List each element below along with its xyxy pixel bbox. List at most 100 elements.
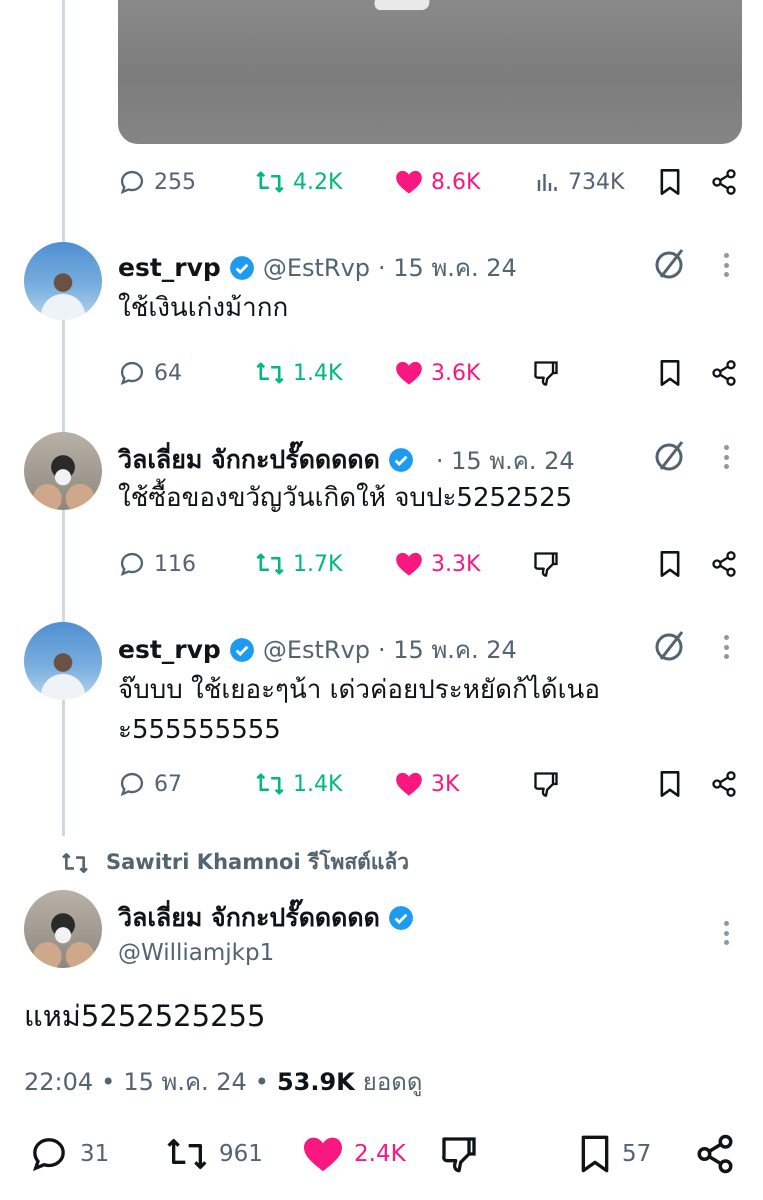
like-button[interactable]: 8.6K — [395, 162, 480, 202]
repost-button[interactable]: 1.4K — [255, 353, 342, 393]
reply-tweet[interactable]: est_rvp @EstRvp · 15 พ.ค. 24 จ๊บบบ ใช้เย… — [0, 622, 763, 822]
verified-badge-icon — [229, 637, 254, 662]
repost-button[interactable]: 961 — [165, 1130, 263, 1178]
bookmark-icon — [660, 360, 680, 386]
display-name[interactable]: est_rvp — [118, 635, 221, 664]
repost-button[interactable]: 1.4K — [255, 764, 342, 804]
post-media-image[interactable] — [118, 0, 742, 144]
grok-icon[interactable] — [652, 628, 688, 664]
share-icon — [712, 771, 736, 797]
views-button[interactable]: 734K — [536, 162, 624, 202]
thumbs-down-icon — [442, 1137, 476, 1173]
reply-button[interactable]: 64 — [118, 353, 182, 393]
repost-banner: Sawitri Khamnoi รีโพสต์แล้ว — [60, 846, 409, 879]
user-handle[interactable]: @EstRvp — [263, 636, 370, 664]
main-post-text: แหม่5252525255 — [24, 999, 266, 1033]
user-handle[interactable]: @EstRvp — [263, 254, 370, 282]
repost-count: 1.7K — [293, 551, 343, 577]
bookmark-button[interactable] — [658, 544, 682, 584]
main-post-header: วิลเลี่ยม จักกะปรั๊ดดดดด — [118, 898, 414, 938]
bookmark-icon — [660, 551, 680, 577]
like-button[interactable]: 3.3K — [395, 544, 480, 584]
share-icon — [697, 1134, 733, 1174]
repost-count: 1.4K — [293, 771, 343, 797]
user-handle[interactable]: @Williamjkp1 — [118, 940, 274, 966]
avatar[interactable] — [24, 432, 102, 510]
reply-count: 67 — [154, 771, 182, 797]
reply-button[interactable]: 31 — [28, 1130, 109, 1178]
dislike-button[interactable] — [532, 353, 560, 393]
share-button[interactable] — [710, 162, 738, 202]
reply-count: 116 — [154, 551, 196, 577]
like-button[interactable]: 3K — [395, 764, 459, 804]
bookmark-button[interactable]: 57 — [578, 1130, 651, 1178]
more-options-icon[interactable] — [716, 442, 736, 472]
share-icon — [712, 169, 736, 195]
avatar[interactable] — [24, 890, 102, 968]
views-count[interactable]: 53.9K — [277, 1068, 355, 1096]
reply-tweet[interactable]: est_rvp @EstRvp · 15 พ.ค. 24 ใช้เงินเก่ง… — [0, 240, 763, 410]
reply-count: 64 — [154, 360, 182, 386]
tweet-date: · 15 พ.ค. 24 — [378, 254, 517, 282]
reply-icon — [120, 170, 144, 194]
reply-tweet[interactable]: วิลเลี่ยม จักกะปรั๊ดดดดด · 15 พ.ค. 24 ใช… — [0, 432, 763, 602]
dislike-button[interactable] — [532, 544, 560, 584]
heart-filled-icon — [396, 552, 422, 576]
like-button[interactable]: 2.4K — [302, 1130, 406, 1178]
share-button[interactable] — [694, 1130, 736, 1178]
share-icon — [712, 551, 736, 577]
repost-button[interactable]: 4.2K — [255, 162, 342, 202]
thumbs-down-icon — [534, 361, 558, 386]
separator-dot: • — [101, 1067, 116, 1096]
more-options-icon[interactable] — [716, 918, 736, 948]
verified-badge-icon — [388, 448, 413, 472]
grok-icon[interactable] — [652, 438, 688, 474]
tweet-text-line: จ๊บบบ ใช้เยอะๆน้า เด่วค่อยประหยัดก้ได้เน… — [118, 675, 600, 705]
tweet-header: วิลเลี่ยม จักกะปรั๊ดดดดด · 15 พ.ค. 24 — [118, 440, 575, 480]
views-chart-icon — [537, 174, 557, 191]
repost-icon — [256, 171, 284, 193]
repost-banner-text[interactable]: Sawitri Khamnoi รีโพสต์แล้ว — [106, 846, 409, 879]
grok-icon[interactable] — [652, 246, 688, 282]
reply-button[interactable]: 116 — [118, 544, 196, 584]
reply-icon — [120, 552, 144, 576]
reply-icon — [120, 361, 144, 385]
share-button[interactable] — [710, 544, 738, 584]
thumbs-down-icon — [534, 552, 558, 577]
reply-icon — [120, 772, 144, 796]
reply-count: 31 — [80, 1141, 110, 1167]
views-count: 734K — [568, 169, 625, 195]
separator-dot: • — [254, 1067, 269, 1096]
display-name[interactable]: วิลเลี่ยม จักกะปรั๊ดดดดด — [118, 898, 380, 938]
display-name[interactable]: วิลเลี่ยม จักกะปรั๊ดดดดด — [118, 440, 380, 480]
repost-count: 4.2K — [293, 169, 343, 195]
avatar[interactable] — [24, 242, 102, 320]
bookmark-icon — [581, 1135, 609, 1173]
bookmark-button[interactable] — [658, 353, 682, 393]
repost-button[interactable]: 1.7K — [255, 544, 342, 584]
tweet-actions: 67 1.4K 3K — [0, 764, 763, 804]
share-button[interactable] — [710, 353, 738, 393]
like-button[interactable]: 3.6K — [395, 353, 480, 393]
display-name[interactable]: est_rvp — [118, 253, 221, 282]
share-button[interactable] — [710, 764, 738, 804]
bookmark-button[interactable] — [658, 162, 682, 202]
avatar[interactable] — [24, 622, 102, 700]
reply-button[interactable]: 255 — [118, 162, 196, 202]
verified-badge-icon — [229, 255, 254, 280]
reply-button[interactable]: 67 — [118, 764, 182, 804]
more-options-icon[interactable] — [716, 250, 736, 280]
tweet-date: · 15 พ.ค. 24 — [378, 636, 517, 664]
bookmark-button[interactable] — [658, 764, 682, 804]
sneaker-shape — [374, 0, 430, 10]
post-date: 15 พ.ค. 24 — [123, 1068, 247, 1096]
dislike-button[interactable] — [532, 764, 560, 804]
dislike-button[interactable] — [438, 1130, 480, 1178]
repost-icon — [256, 773, 284, 795]
repost-count: 1.4K — [293, 360, 343, 386]
bookmark-icon — [660, 169, 680, 195]
like-count: 3.3K — [431, 551, 481, 577]
main-post-actions: 31 961 2.4K 57 — [0, 1130, 763, 1178]
tweet-text: ใช้เงินเก่งม้ากก — [118, 293, 289, 323]
more-options-icon[interactable] — [716, 632, 736, 662]
